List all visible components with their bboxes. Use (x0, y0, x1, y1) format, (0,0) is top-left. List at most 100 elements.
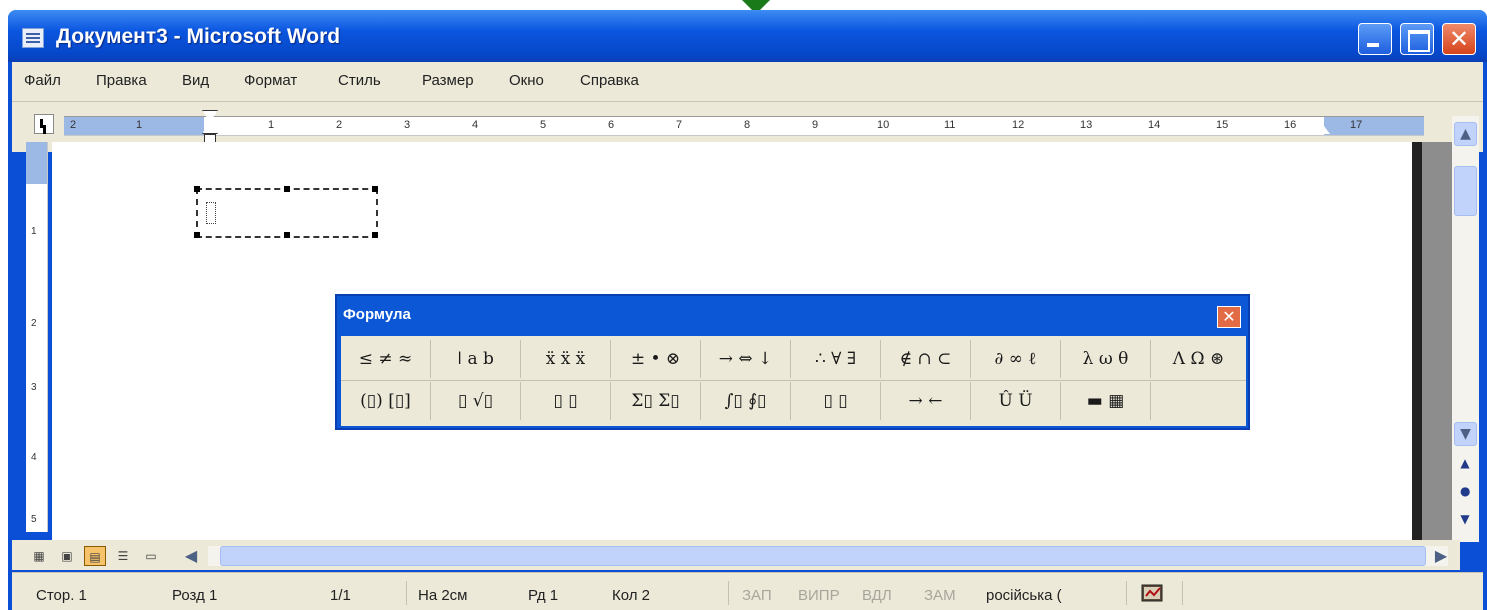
scroll-right-icon[interactable]: ▶ (1432, 546, 1450, 566)
outline-view-icon[interactable]: ☰ (112, 546, 134, 566)
resize-handle[interactable] (284, 232, 290, 238)
equation-input-slot[interactable] (206, 202, 216, 224)
ruler-number: 1 (136, 119, 143, 131)
resize-handle[interactable] (194, 232, 200, 238)
menu-help[interactable]: Справка (580, 72, 639, 89)
menu-style[interactable]: Стиль (338, 72, 381, 89)
palette-divider (341, 380, 1246, 381)
web-view-icon[interactable]: ▣ (56, 546, 78, 566)
relational-symbols-button[interactable]: ≤ ≠ ≈ (341, 340, 431, 378)
vruler-number: 1 (31, 226, 37, 237)
vertical-scroll-thumb[interactable] (1454, 166, 1477, 216)
greek-lowercase-button[interactable]: λ ω θ (1061, 340, 1151, 378)
status-separator (1126, 581, 1127, 605)
status-page: Стор. 1 (36, 587, 87, 604)
operator-symbols-button[interactable]: ± • ⊗ (611, 340, 701, 378)
fence-templates-button[interactable]: (▯) [▯] (341, 382, 431, 420)
logical-symbols-button[interactable]: ∴ ∀ ∃ (791, 340, 881, 378)
spaces-ellipses-button[interactable]: ǀ a b (431, 340, 521, 378)
menu-bar: Файл Правка Вид Формат Стиль Размер Окно… (12, 62, 1483, 102)
menu-view[interactable]: Вид (182, 72, 209, 89)
embellishments-button[interactable]: ẍ ẍ ẍ (521, 340, 611, 378)
resize-handle[interactable] (372, 186, 378, 192)
vruler-number: 2 (31, 318, 37, 329)
document-gray-margin (1422, 142, 1452, 540)
resize-handle[interactable] (194, 186, 200, 192)
formula-toolbar-title: Формула (343, 306, 411, 323)
status-rec[interactable]: ЗАП (742, 587, 772, 604)
spelling-book-icon[interactable] (1140, 583, 1166, 603)
next-page-icon[interactable]: ▼ (1460, 513, 1470, 525)
ruler-number: 16 (1284, 119, 1297, 131)
status-trk[interactable]: ВИПР (798, 587, 840, 604)
arrow-symbols-button[interactable]: → ⇔ ↓ (701, 340, 791, 378)
menu-edit[interactable]: Правка (96, 72, 147, 89)
menu-size[interactable]: Размер (422, 72, 474, 89)
ruler-number: 14 (1148, 119, 1161, 131)
underbar-overbar-templates-button[interactable]: ▯ ▯ (791, 382, 881, 420)
formula-toolbar[interactable]: Формула ✕ ≤ ≠ ≈ ǀ a b ẍ ẍ ẍ ± • ⊗ → ⇔ ↓ … (335, 294, 1250, 430)
status-ext[interactable]: ВДЛ (862, 587, 892, 604)
previous-page-icon[interactable]: ▲ (1460, 457, 1470, 469)
status-line: Рд 1 (528, 587, 559, 604)
status-ovr[interactable]: ЗАМ (924, 587, 956, 604)
equation-object[interactable] (194, 186, 378, 238)
top-margin-area (26, 142, 47, 184)
menu-window[interactable]: Окно (509, 72, 544, 89)
vruler-number: 5 (31, 514, 37, 525)
resize-handle[interactable] (284, 186, 290, 192)
select-browse-object-icon[interactable]: ● (1460, 485, 1470, 497)
ruler-number: 4 (472, 119, 479, 131)
right-indent-marker[interactable] (1312, 122, 1330, 134)
matrix-templates-button[interactable]: ▬ ▦ (1061, 382, 1151, 420)
page-edge (1412, 142, 1422, 540)
summation-templates-button[interactable]: Σ▯ Σ▯ (611, 382, 701, 420)
normal-view-icon[interactable]: ▦ (28, 546, 50, 566)
status-separator (1182, 581, 1183, 605)
print-layout-view-icon[interactable]: ▤ (84, 546, 106, 566)
ruler-number: 13 (1080, 119, 1093, 131)
vertical-ruler[interactable]: 1 2 3 4 5 (26, 142, 48, 532)
reading-view-icon[interactable]: ▭ (140, 546, 162, 566)
ruler-number: 11 (944, 119, 956, 131)
minimize-button[interactable] (1358, 23, 1392, 55)
formula-close-icon[interactable]: ✕ (1217, 306, 1241, 328)
greek-uppercase-button[interactable]: Λ Ω ⊛ (1151, 340, 1246, 378)
ruler-number: 5 (540, 119, 547, 131)
set-theory-symbols-button[interactable]: ∉ ∩ ⊂ (881, 340, 971, 378)
horizontal-scroll-thumb[interactable] (220, 546, 1426, 566)
fraction-radical-templates-button[interactable]: ▯ √▯ (431, 382, 521, 420)
vertical-scrollbar[interactable]: ▲ ▼ ▲ ● ▼ (1452, 116, 1479, 542)
ruler-number: 12 (1012, 119, 1025, 131)
menu-format[interactable]: Формат (244, 72, 297, 89)
products-set-theory-templates-button[interactable]: Û Ü (971, 382, 1061, 420)
status-language[interactable]: російська ( (986, 587, 1062, 604)
labeled-arrow-templates-button[interactable]: → ← (881, 382, 971, 420)
maximize-button[interactable] (1400, 23, 1434, 55)
title-bar[interactable]: Документ3 - Microsoft Word ✕ (8, 10, 1487, 62)
word-document-icon[interactable] (22, 28, 44, 48)
ruler-number: 8 (744, 119, 751, 131)
tab-selector-icon[interactable] (34, 114, 54, 134)
ruler-number: 1 (268, 119, 275, 131)
ruler-number: 2 (70, 119, 77, 131)
misc-symbols-button[interactable]: ∂ ∞ ℓ (971, 340, 1061, 378)
status-separator (728, 581, 729, 605)
menu-file[interactable]: Файл (24, 72, 61, 89)
resize-handle[interactable] (372, 232, 378, 238)
integral-templates-button[interactable]: ∫▯ ∮▯ (701, 382, 791, 420)
ruler-number: 10 (877, 119, 890, 131)
window-title: Документ3 - Microsoft Word (56, 25, 341, 48)
first-line-indent-marker[interactable] (202, 110, 220, 146)
horizontal-ruler[interactable]: 2 1 1 2 3 4 5 6 7 8 9 10 11 12 13 14 15 … (64, 116, 1424, 136)
empty-palette-slot (1151, 382, 1246, 420)
status-section: Розд 1 (172, 587, 218, 604)
status-pages: 1/1 (330, 587, 351, 604)
subscript-superscript-templates-button[interactable]: ▯ ▯ (521, 382, 611, 420)
status-bar: Стор. 1 Розд 1 1/1 На 2см Рд 1 Кол 2 ЗАП… (12, 572, 1483, 610)
close-button[interactable]: ✕ (1442, 23, 1476, 55)
ruler-number: 9 (812, 119, 819, 131)
scroll-up-icon[interactable]: ▲ (1454, 122, 1477, 146)
scroll-down-icon[interactable]: ▼ (1454, 422, 1477, 446)
scroll-left-icon[interactable]: ◀ (182, 546, 200, 566)
